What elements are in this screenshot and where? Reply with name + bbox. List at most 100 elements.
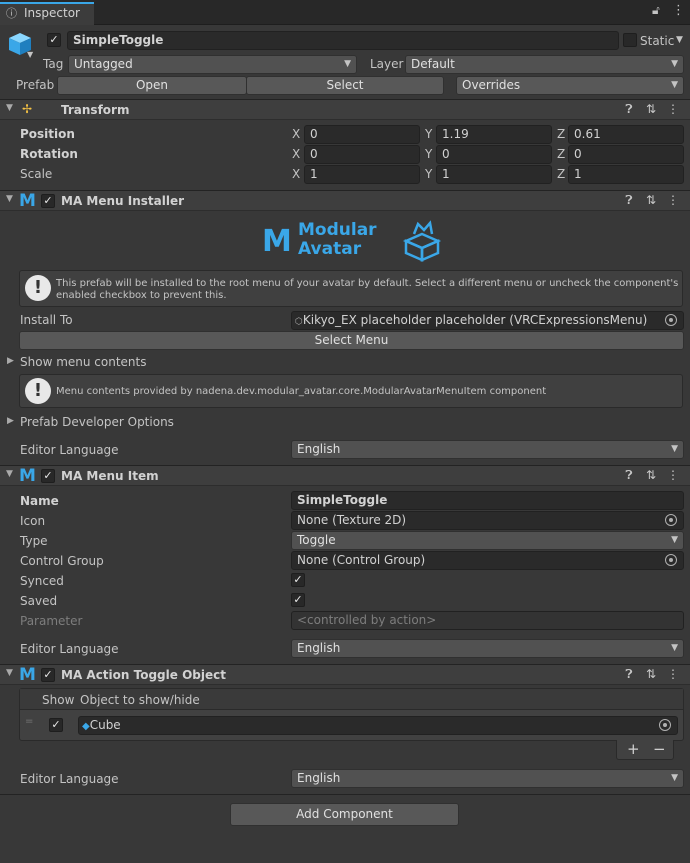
fold-arrow-icon[interactable]: ▼ — [6, 194, 13, 204]
add-component-button[interactable]: Add Component — [230, 803, 459, 826]
col-object-label: Object to show/hide — [80, 693, 200, 707]
saved-checkbox[interactable]: ✓ — [291, 593, 305, 607]
prefab-select-button[interactable]: Select — [246, 76, 444, 95]
icon-field[interactable]: None (Texture 2D) — [291, 511, 684, 530]
type-label: Type — [20, 534, 48, 548]
install-to-field[interactable]: ⬡Kikyo_EX placeholder placeholder (VRCEx… — [291, 311, 684, 330]
drag-handle-icon[interactable]: = — [25, 716, 33, 727]
object-picker-icon[interactable] — [665, 514, 677, 526]
prefab-open-button[interactable]: Open — [57, 76, 247, 95]
menu-installer-header[interactable]: ▼ M ✓ MA Menu Installer ❓︎ ⇅ ⋮ — [0, 190, 690, 211]
static-label: Static — [640, 34, 675, 48]
editor-language-label: Editor Language — [20, 443, 119, 457]
menu-asset-icon: ⬡ — [295, 317, 303, 327]
name-field[interactable]: SimpleToggle — [291, 491, 684, 510]
tag-value: Untagged — [74, 57, 133, 71]
kebab-menu-icon[interactable]: ⋮ — [662, 193, 684, 207]
menu-installer-enabled-checkbox[interactable]: ✓ — [41, 194, 55, 208]
saved-label: Saved — [20, 594, 58, 608]
prefab-dev-label[interactable]: Prefab Developer Options — [20, 414, 174, 430]
layer-dropdown[interactable]: Default ▼ — [405, 55, 684, 74]
row-object-value: Cube — [89, 718, 121, 732]
presets-icon[interactable]: ⇅ — [640, 667, 662, 681]
row-object-field[interactable]: ◆Cube — [78, 716, 678, 735]
object-picker-icon[interactable] — [659, 719, 671, 731]
object-active-checkbox[interactable]: ✓ — [47, 33, 61, 47]
static-checkbox[interactable] — [623, 33, 637, 47]
menu-item-enabled-checkbox[interactable]: ✓ — [41, 469, 55, 483]
editor-language-dropdown[interactable]: English ▼ — [291, 769, 684, 788]
object-name-field[interactable]: SimpleToggle — [67, 31, 619, 50]
rotation-x-field[interactable]: 0 — [304, 145, 420, 164]
scale-z-label[interactable]: Z — [557, 166, 565, 182]
fold-arrow-icon[interactable]: ▼ — [6, 103, 13, 113]
scale-x-label[interactable]: X — [292, 166, 300, 182]
type-value: Toggle — [297, 533, 336, 547]
rotation-y-field[interactable]: 0 — [436, 145, 552, 164]
scale-y-label[interactable]: Y — [425, 166, 432, 182]
rotation-y-label[interactable]: Y — [425, 146, 432, 162]
logo-line2: Avatar — [298, 239, 362, 259]
row-show-checkbox[interactable]: ✓ — [49, 718, 63, 732]
help-icon[interactable]: ❓︎ — [618, 102, 640, 117]
position-z-label[interactable]: Z — [557, 126, 565, 142]
help-icon[interactable]: ❓︎ — [618, 667, 640, 682]
editor-language-value: English — [297, 641, 341, 655]
kebab-menu-icon[interactable]: ⋮ — [662, 667, 684, 681]
rotation-x-label[interactable]: X — [292, 146, 300, 162]
kebab-menu-icon[interactable]: ⋮ — [662, 102, 684, 116]
rotation-z-label[interactable]: Z — [557, 146, 565, 162]
scale-y-field[interactable]: 1 — [436, 165, 552, 184]
action-toggle-header[interactable]: ▼ M ✓ MA Action Toggle Object ❓︎ ⇅ ⋮ — [0, 664, 690, 685]
cube-dropdown-arrow[interactable]: ▼ — [27, 50, 33, 59]
control-group-field[interactable]: None (Control Group) — [291, 551, 684, 570]
tab-inspector[interactable]: ⓘ Inspector — [0, 2, 94, 25]
editor-language-dropdown[interactable]: English ▼ — [291, 639, 684, 658]
position-z-field[interactable]: 0.61 — [568, 125, 684, 144]
presets-icon[interactable]: ⇅ — [640, 102, 662, 116]
remove-item-button[interactable]: − — [653, 740, 666, 758]
type-dropdown[interactable]: Toggle ▼ — [291, 531, 684, 550]
editor-language-dropdown[interactable]: English ▼ — [291, 440, 684, 459]
kebab-menu-icon[interactable]: ⋮ — [662, 468, 684, 482]
select-menu-button[interactable]: Select Menu — [19, 331, 684, 350]
scale-z-field[interactable]: 1 — [568, 165, 684, 184]
position-x-label[interactable]: X — [292, 126, 300, 142]
object-list-header: Show Object to show/hide — [20, 689, 683, 710]
logo-m-icon: M — [262, 224, 292, 259]
show-contents-foldout-icon[interactable]: ▶ — [7, 356, 14, 366]
menu-installer-title: MA Menu Installer — [61, 194, 185, 208]
lock-icon[interactable]: 🔓︎ — [652, 3, 660, 18]
tag-dropdown[interactable]: Untagged ▼ — [68, 55, 357, 74]
scale-x-field[interactable]: 1 — [304, 165, 420, 184]
menu-item-header[interactable]: ▼ M ✓ MA Menu Item ❓︎ ⇅ ⋮ — [0, 465, 690, 486]
help-icon[interactable]: ❓︎ — [618, 468, 640, 483]
fold-arrow-icon[interactable]: ▼ — [6, 469, 13, 479]
contents-help-text: Menu contents provided by nadena.dev.mod… — [56, 386, 547, 397]
rotation-z-field[interactable]: 0 — [568, 145, 684, 164]
install-to-value: Kikyo_EX placeholder placeholder (VRCExp… — [302, 313, 648, 327]
position-x-field[interactable]: 0 — [304, 125, 420, 144]
static-dropdown-arrow[interactable]: ▼ — [676, 35, 683, 45]
object-picker-icon[interactable] — [665, 554, 677, 566]
position-y-label[interactable]: Y — [425, 126, 432, 142]
chevron-down-icon: ▼ — [344, 59, 351, 69]
position-label: Position — [20, 127, 75, 141]
chevron-down-icon: ▼ — [671, 80, 678, 90]
transform-header[interactable]: ▼ ✢ Transform ❓︎ ⇅ ⋮ — [0, 99, 690, 120]
show-contents-label[interactable]: Show menu contents — [20, 354, 147, 370]
presets-icon[interactable]: ⇅ — [640, 468, 662, 482]
position-y-field[interactable]: 1.19 — [436, 125, 552, 144]
help-icon[interactable]: ❓︎ — [618, 193, 640, 208]
action-toggle-enabled-checkbox[interactable]: ✓ — [41, 668, 55, 682]
fold-arrow-icon[interactable]: ▼ — [6, 668, 13, 678]
add-item-button[interactable]: + — [627, 740, 640, 758]
prefab-overrides-dropdown[interactable]: Overrides ▼ — [456, 76, 684, 95]
presets-icon[interactable]: ⇅ — [640, 193, 662, 207]
control-group-value: None (Control Group) — [297, 553, 426, 567]
object-picker-icon[interactable] — [665, 314, 677, 326]
prefab-dev-foldout-icon[interactable]: ▶ — [7, 416, 14, 426]
synced-checkbox[interactable]: ✓ — [291, 573, 305, 587]
warning-icon: ! — [25, 275, 51, 301]
kebab-menu-icon[interactable]: ⋮ — [672, 3, 685, 18]
